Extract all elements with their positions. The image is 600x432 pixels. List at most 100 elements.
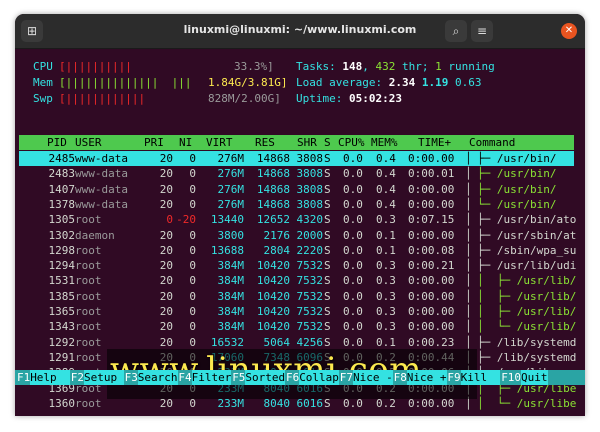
cell-shr: 3808 <box>296 197 324 211</box>
cell-user: root <box>75 335 102 349</box>
col-cpu[interactable]: CPU% <box>338 135 365 150</box>
col-s[interactable]: S <box>324 135 331 150</box>
cell-s: S <box>324 182 331 196</box>
cell-cpu: 0.0 <box>343 197 363 211</box>
cell-user: www-data <box>75 152 128 165</box>
cell-cpu: 0.0 <box>343 152 363 165</box>
menu-button[interactable]: ≡ <box>471 20 493 42</box>
process-row[interactable]: 2483 www-data 20 0 276M 14868 3808 S 0.0 0.4 0:00.… <box>19 166 574 181</box>
cell-ni: 0 <box>189 152 196 165</box>
cell-user: root <box>75 259 102 273</box>
col-command[interactable]: Command <box>469 135 515 150</box>
process-row[interactable]: 1378 www-data 20 0 276M 14868 3808 S 0.0 0.4 0:00.… <box>19 197 574 212</box>
cell-cpu: 0.0 <box>343 274 363 288</box>
cell-pid: 2485 <box>48 152 76 165</box>
cell-s: S <box>324 274 331 288</box>
fkey-label-f4[interactable]: Filter <box>191 370 232 385</box>
col-time[interactable]: TIME+ <box>418 135 451 150</box>
fkey-f9[interactable]: F9 <box>447 370 460 385</box>
cell-pri: 20 <box>159 335 173 349</box>
cell-shr: 7532 <box>296 305 324 318</box>
process-row[interactable]: 1302 daemon 20 0 3800 2176 2000 S 0.0 0.1 0:00.00 ├… <box>19 228 577 243</box>
cell-shr: 7532 <box>296 259 324 273</box>
cell-pid: 1302 <box>48 228 76 242</box>
fkey-label-f3[interactable]: Search <box>137 370 178 385</box>
cell-time: 0:00.23 <box>408 335 455 349</box>
cell-user: www-data <box>75 182 128 196</box>
fkey-label-f5[interactable]: Sorted <box>245 370 286 385</box>
process-row[interactable]: 1531 root 20 0 384M 10420 7532 S 0.0 0.3 0:00.00 │ … <box>19 273 577 288</box>
cell-s: S <box>324 243 331 257</box>
cell-user: root <box>75 289 102 303</box>
cell-res: 14868 <box>256 152 290 165</box>
process-row[interactable]: 2485 www-data 20 0 276M 14868 3808 S 0.0 0.4 0:00.… <box>19 151 574 166</box>
fkey-f6[interactable]: F6 <box>286 370 299 385</box>
cell-mem: 0.4 <box>376 197 396 211</box>
cell-pri: 20 <box>159 305 173 318</box>
swp-bars: [|||||||||||| <box>59 92 146 105</box>
cell-cmd: │ └─ /usr/libe <box>477 396 577 410</box>
cell-ni: 0 <box>189 274 196 288</box>
cell-user: root <box>75 243 102 257</box>
cell-virt: 384M <box>217 274 245 288</box>
cell-shr: 3808 <box>296 152 324 165</box>
column-divider: │ <box>465 167 472 181</box>
fkey-f1[interactable]: F1 <box>17 370 30 385</box>
fkey-label-f2[interactable]: Setup <box>84 370 124 385</box>
col-mem[interactable]: MEM% <box>371 135 398 150</box>
fkey-f3[interactable]: F3 <box>125 370 138 385</box>
cell-res: 5064 <box>263 335 291 349</box>
load-5: 1.19 <box>421 76 449 89</box>
col-virt[interactable]: VIRT <box>206 135 233 150</box>
fkey-f10[interactable]: F10 <box>501 370 521 385</box>
col-pid[interactable]: PID <box>47 135 67 150</box>
cell-cpu: 0.0 <box>343 167 363 181</box>
process-row[interactable]: 1365 root 20 0 384M 10420 7532 S 0.0 0.3 0:00.00 │ … <box>19 304 577 319</box>
terminal-window: ⊞ linuxmi@linuxmi: ~/www.linuxmi.com ⌕ ≡… <box>15 14 585 416</box>
cell-pri: 20 <box>159 228 173 242</box>
fkey-f7[interactable]: F7 <box>340 370 353 385</box>
process-row[interactable]: 1298 root 20 0 13688 2804 2220 S 0.0 0.1 0:00.08 ├─… <box>19 243 577 258</box>
cell-cmd: ├─ /usr/sbin/at <box>477 228 577 242</box>
process-row[interactable]: 1305 root 0 -20 13440 12652 4320 S 0.0 0.3 0:07.15… <box>19 212 577 227</box>
col-shr[interactable]: SHR <box>297 135 317 150</box>
mem-value: 1.84G/3.81G] <box>208 76 288 89</box>
cell-virt: 13440 <box>210 213 244 227</box>
cell-pid: 1305 <box>48 213 76 227</box>
cell-shr: 4320 <box>296 213 324 227</box>
col-user[interactable]: USER <box>75 135 102 150</box>
fkey-label-f6[interactable]: Collap <box>299 370 339 385</box>
cell-pri: 0 <box>166 213 173 227</box>
running-count: 1 <box>435 60 442 73</box>
cell-virt: 384M <box>217 289 245 303</box>
cell-s: S <box>324 259 331 273</box>
cell-time: 0:00.21 <box>408 259 455 273</box>
col-ni[interactable]: NI <box>179 135 192 150</box>
col-pri[interactable]: PRI <box>144 135 164 150</box>
process-row[interactable]: 1407 www-data 20 0 276M 14868 3808 S 0.0 0.4 0:00.… <box>19 182 574 197</box>
mem-bars: [|||||||||||||| ||| <box>59 76 192 89</box>
fkey-label-f1[interactable]: Help <box>30 370 70 385</box>
cell-pid: 2483 <box>48 167 76 181</box>
fkey-label-f8[interactable]: Nice + <box>406 370 447 385</box>
fkey-f2[interactable]: F2 <box>71 370 84 385</box>
fkey-label-f9[interactable]: Kill <box>460 370 501 385</box>
process-row[interactable]: 1385 root 20 0 384M 10420 7532 S 0.0 0.3 0:00.00 │ … <box>19 289 577 304</box>
cell-pid: 1298 <box>48 243 76 257</box>
fkey-f8[interactable]: F8 <box>394 370 407 385</box>
col-res[interactable]: RES <box>255 135 275 150</box>
close-button[interactable]: ✕ <box>561 23 577 39</box>
search-button[interactable]: ⌕ <box>445 20 467 42</box>
fkey-f5[interactable]: F5 <box>232 370 245 385</box>
load-1: 2.34 <box>388 76 416 89</box>
process-row[interactable]: 1294 root 20 0 384M 10420 7532 S 0.0 0.3 0:00.21 ├─… <box>19 258 577 273</box>
fkey-f4[interactable]: F4 <box>178 370 191 385</box>
fkey-label-f7[interactable]: Nice - <box>353 370 393 385</box>
fkey-label-f10[interactable]: Quit <box>521 370 548 385</box>
cell-res: 2176 <box>263 228 291 242</box>
cell-ni: 0 <box>189 228 196 242</box>
process-table-header[interactable]: PID USER PRI NI VIRT RES SHR S CPU% MEM%… <box>19 135 574 150</box>
process-row[interactable]: 1343 root 20 0 384M 10420 7532 S 0.0 0.3 0:00.00 │ … <box>19 319 577 334</box>
cell-pri: 20 <box>159 289 173 303</box>
process-row[interactable]: 1292 root 20 0 16532 5064 4256 S 0.0 0.1 0:00.23 ├─… <box>19 335 577 350</box>
